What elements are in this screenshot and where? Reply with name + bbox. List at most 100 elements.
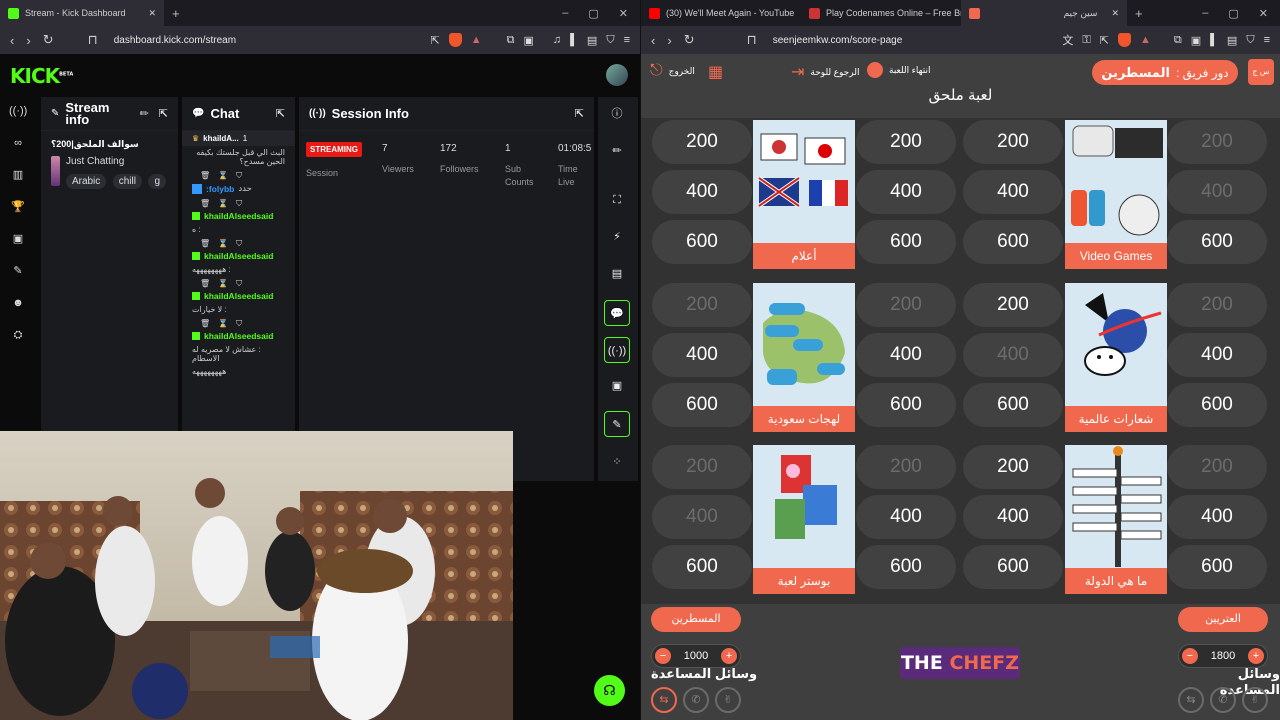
- vpn-icon[interactable]: ⛉: [1246, 34, 1254, 47]
- close-tab-icon[interactable]: ✕: [1111, 8, 1119, 19]
- wallet-icon[interactable]: ▤: [587, 34, 597, 47]
- tools-icon[interactable]: ✎: [9, 262, 27, 280]
- back-icon[interactable]: ‹: [10, 33, 14, 48]
- message-actions[interactable]: 🗑⌛⛉: [182, 316, 295, 329]
- close-window-icon[interactable]: ✕: [1259, 7, 1268, 20]
- kick-logo[interactable]: KICKBETA: [10, 64, 73, 88]
- question-tile[interactable]: 400: [1167, 333, 1267, 377]
- tab-kick-dashboard[interactable]: Stream - Kick Dashboard ✕: [0, 0, 164, 26]
- message-actions[interactable]: 🗑⌛⛉: [182, 236, 295, 249]
- question-tile[interactable]: 600: [652, 220, 752, 264]
- new-tab-icon[interactable]: +: [1135, 6, 1143, 21]
- mod-icon[interactable]: ⛭: [9, 326, 27, 344]
- back-icon[interactable]: ‹: [651, 33, 655, 48]
- notes-icon[interactable]: ▤: [604, 261, 630, 287]
- user-avatar[interactable]: [606, 64, 628, 86]
- popout-icon[interactable]: ⇱: [276, 107, 285, 120]
- edit-icon[interactable]: ✏: [140, 108, 149, 120]
- message-actions[interactable]: 🗑⌛⛉: [182, 196, 295, 209]
- aid-hand-icon[interactable]: ✌: [715, 687, 741, 713]
- share-icon[interactable]: ⇱: [431, 34, 440, 47]
- question-tile[interactable]: 200: [963, 120, 1063, 164]
- link-icon[interactable]: ∞: [9, 134, 27, 152]
- team-right-name[interactable]: العتريين: [1178, 607, 1268, 632]
- url-field[interactable]: seenjeemkw.com/score-page: [773, 35, 903, 46]
- question-tile[interactable]: 600: [652, 545, 752, 589]
- brave-shields-icon[interactable]: [1117, 33, 1131, 47]
- brave-rewards-icon[interactable]: ▲: [471, 34, 482, 46]
- question-tile[interactable]: 200: [1167, 283, 1267, 327]
- sidebar-icon[interactable]: ▌: [1210, 34, 1218, 46]
- edit-icon[interactable]: ✏: [604, 138, 630, 164]
- clip-icon[interactable]: ⛶: [604, 187, 630, 213]
- chat-username[interactable]: khaildAlseedsaid: [204, 331, 273, 341]
- question-tile[interactable]: 400: [963, 170, 1063, 214]
- question-tile[interactable]: 200: [652, 120, 752, 164]
- aid-call-icon[interactable]: ✆: [683, 687, 709, 713]
- forward-icon[interactable]: ›: [667, 33, 671, 48]
- question-tile[interactable]: 200: [652, 445, 752, 489]
- question-tile[interactable]: 600: [652, 383, 752, 427]
- info-icon[interactable]: ⓘ: [604, 101, 630, 127]
- question-tile[interactable]: 600: [856, 545, 956, 589]
- question-tile[interactable]: 600: [1167, 220, 1267, 264]
- team-left-name[interactable]: المسطرين: [651, 607, 741, 632]
- question-tile[interactable]: 600: [963, 220, 1063, 264]
- exit-button[interactable]: ⎋ الخروج: [650, 62, 695, 80]
- minus-icon[interactable]: −: [655, 648, 671, 664]
- message-actions[interactable]: 🗑⌛⛉: [182, 168, 295, 181]
- tab-codenames[interactable]: Play Codenames Online – Free Brows: [801, 0, 961, 26]
- back-to-board-button[interactable]: ⇥ الرجوع للوحة: [791, 62, 859, 82]
- question-tile[interactable]: 600: [1167, 383, 1267, 427]
- question-tile[interactable]: 200: [652, 283, 752, 327]
- minimize-icon[interactable]: –: [1202, 7, 1208, 20]
- aid-hand-icon[interactable]: ✌: [1242, 687, 1268, 713]
- question-tile[interactable]: 200: [1167, 445, 1267, 489]
- chat-toggle-icon[interactable]: 💬: [604, 300, 630, 326]
- question-tile[interactable]: 400: [1167, 495, 1267, 539]
- popout-icon[interactable]: ⇱: [159, 108, 168, 120]
- popout-icon[interactable]: ⇱: [575, 107, 584, 120]
- tab-seenjeem[interactable]: سين جيم ✕: [961, 0, 1127, 26]
- plus-icon[interactable]: +: [720, 648, 737, 664]
- pinned-bar[interactable]: ♛ khaildA... 1: [182, 131, 295, 146]
- question-tile[interactable]: 200: [1167, 120, 1267, 164]
- message-actions[interactable]: 🗑⌛⛉: [182, 276, 295, 289]
- question-tile[interactable]: 600: [856, 383, 956, 427]
- chat-username[interactable]: folybb:: [206, 184, 234, 194]
- question-tile[interactable]: 600: [963, 545, 1063, 589]
- bookmark-icon[interactable]: ⊓: [747, 32, 757, 48]
- question-tile[interactable]: 600: [963, 383, 1063, 427]
- extensions-icon[interactable]: ⧉: [507, 34, 515, 47]
- maximize-icon[interactable]: ▢: [1228, 7, 1238, 20]
- menu-icon[interactable]: ≡: [624, 34, 630, 46]
- bookmark-icon[interactable]: ⊓: [88, 32, 98, 48]
- new-tab-icon[interactable]: +: [172, 6, 180, 21]
- question-tile[interactable]: 400: [1167, 170, 1267, 214]
- question-tile[interactable]: 400: [856, 170, 956, 214]
- trophy-icon[interactable]: 🏆: [9, 198, 27, 216]
- media-icon[interactable]: ♫: [553, 34, 561, 46]
- support-chat-button[interactable]: ☊: [594, 675, 625, 706]
- vpn-icon[interactable]: ⛉: [606, 34, 614, 47]
- chat-username[interactable]: khaildAlseedsaid: [204, 211, 273, 221]
- broadcast-toggle-icon[interactable]: ((·)): [604, 337, 630, 363]
- brave-shields-icon[interactable]: [448, 33, 462, 47]
- question-tile[interactable]: 600: [1167, 545, 1267, 589]
- question-tile[interactable]: 200: [856, 120, 956, 164]
- question-tile[interactable]: 400: [652, 170, 752, 214]
- aid-swap-icon[interactable]: ⇆: [1178, 687, 1204, 713]
- minimize-icon[interactable]: –: [562, 7, 568, 20]
- screenshot-icon[interactable]: ▣: [1191, 34, 1201, 47]
- chat-username[interactable]: khaildAlseedsaid: [204, 251, 273, 261]
- share-icon[interactable]: ⇱: [1100, 34, 1109, 47]
- brave-rewards-icon[interactable]: ▲: [1140, 34, 1151, 46]
- question-tile[interactable]: 400: [856, 495, 956, 539]
- community-icon[interactable]: ☻: [9, 294, 27, 312]
- question-tile[interactable]: 200: [856, 283, 956, 327]
- seenjeem-logo[interactable]: س ج: [1248, 59, 1274, 85]
- key-icon[interactable]: ⚿: [1082, 34, 1090, 47]
- question-tile[interactable]: 400: [856, 333, 956, 377]
- question-tile[interactable]: 200: [963, 283, 1063, 327]
- camera-icon[interactable]: ▣: [604, 373, 630, 399]
